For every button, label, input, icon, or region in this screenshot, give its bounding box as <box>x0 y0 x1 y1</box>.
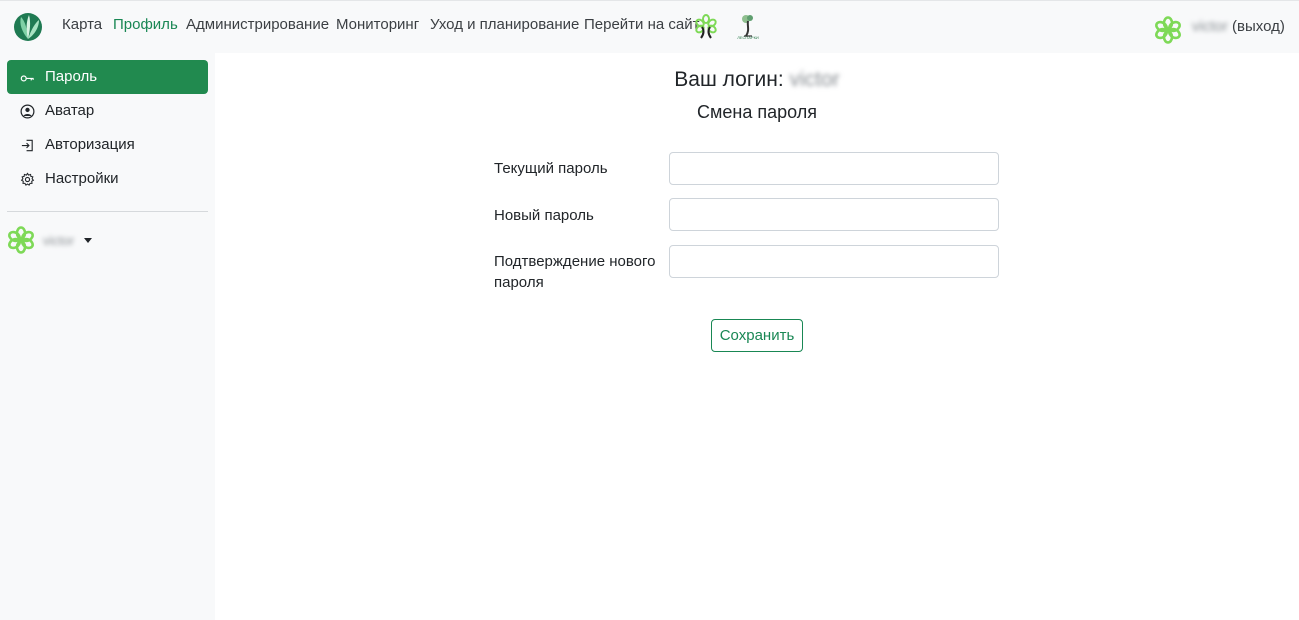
confirm-password-label: Подтверждение нового пароля <box>494 253 656 291</box>
tree-logo-caption: ЛЕСПАРКИ <box>737 35 759 40</box>
sidebar-item-authorization[interactable]: Авторизация <box>7 128 208 162</box>
confirm-password-field[interactable] <box>669 245 999 278</box>
login-prefix: Ваш логин: <box>674 68 784 91</box>
sidebar-divider <box>7 211 208 212</box>
sidebar-item-password[interactable]: Пароль <box>7 60 208 94</box>
sidebar-username: victor <box>43 233 75 248</box>
page-title: Ваш логин: victor <box>600 67 914 93</box>
sidebar-item-label: Аватар <box>45 102 95 119</box>
login-value: victor <box>789 68 840 91</box>
new-password-field[interactable] <box>669 198 999 231</box>
nav-item-monitoring[interactable]: Мониторинг <box>336 16 419 34</box>
leaf-logo-icon[interactable] <box>13 12 43 42</box>
navbar-user: victor (выход) <box>1192 18 1285 36</box>
green-flower-icon <box>7 226 35 254</box>
sidebar-user-dropdown[interactable]: victor <box>7 226 127 256</box>
save-button[interactable]: Сохранить <box>711 319 803 352</box>
sidebar-item-avatar[interactable]: Аватар <box>7 94 208 128</box>
current-password-label: Текущий пароль <box>494 160 608 177</box>
nav-item-profile[interactable]: Профиль <box>113 16 178 34</box>
top-navbar: Карта Профиль Администрирование Монитори… <box>0 0 1299 53</box>
sidebar: Пароль Аватар Авторизация Настройки vict… <box>0 53 215 620</box>
nav-item-map[interactable]: Карта <box>62 16 102 34</box>
section-subtitle: Смена пароля <box>697 102 817 122</box>
navbar-username[interactable]: victor <box>1192 18 1228 35</box>
sidebar-item-settings[interactable]: Настройки <box>7 162 208 196</box>
sign-in-icon <box>21 139 33 152</box>
current-password-field[interactable] <box>669 152 999 185</box>
nav-item-administration[interactable]: Администрирование <box>186 16 329 34</box>
new-password-label: Новый пароль <box>494 207 594 224</box>
flower-person-logo-icon[interactable] <box>694 14 718 40</box>
user-circle-icon <box>20 104 35 119</box>
key-icon <box>20 75 34 82</box>
nav-item-care-planning[interactable]: Уход и планирование <box>430 16 579 34</box>
sidebar-item-label: Авторизация <box>45 136 135 153</box>
chevron-down-icon <box>84 238 92 243</box>
sidebar-item-label: Пароль <box>45 68 98 85</box>
logout-link[interactable]: (выход) <box>1232 18 1285 35</box>
sidebar-item-label: Настройки <box>45 170 119 187</box>
nav-item-go-to-site[interactable]: Перейти на сайт <box>584 16 700 34</box>
tree-logo-icon[interactable]: ЛЕСПАРКИ <box>732 14 764 42</box>
green-flower-icon <box>1154 16 1182 44</box>
gear-icon <box>20 172 35 186</box>
